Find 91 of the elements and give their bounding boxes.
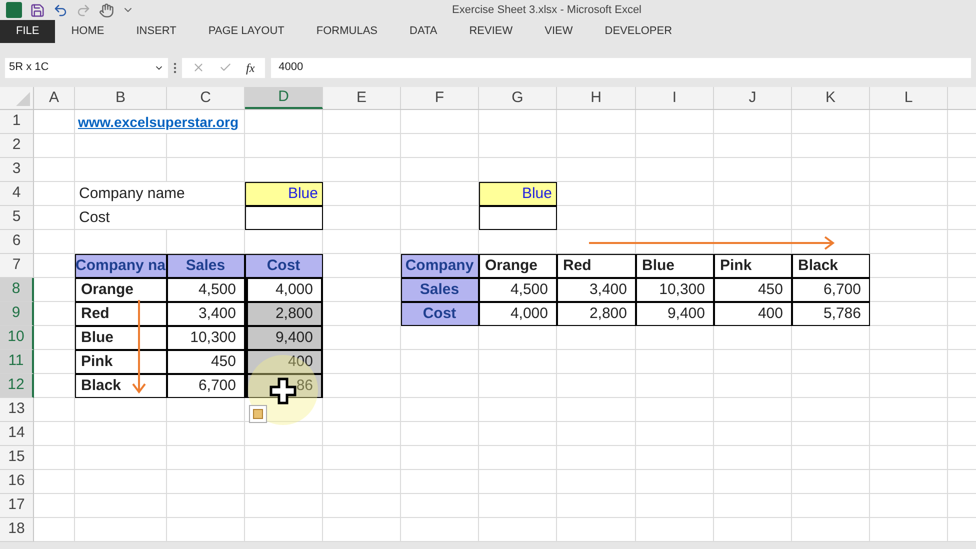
ribbon-tab[interactable]: DEVELOPER [588,20,688,43]
cancel-icon[interactable] [192,61,205,74]
cell[interactable]: 3,400 [557,278,636,302]
ribbon-tab[interactable]: REVIEW [453,20,529,43]
cell[interactable]: 450 [714,278,792,302]
cell[interactable]: 400 [714,302,792,326]
row-header[interactable]: 3 [0,158,34,182]
row-header[interactable]: 18 [0,518,34,542]
undo-icon[interactable] [53,2,68,18]
column-header[interactable]: A [34,87,75,109]
cell[interactable]: Blue [75,326,167,350]
cell[interactable]: 2,800 [245,302,323,326]
cell[interactable]: Pink [75,350,167,374]
column-header[interactable]: K [792,87,870,109]
cell[interactable]: 4,000 [479,302,557,326]
cell[interactable]: 6,700 [167,374,245,398]
cell[interactable]: 4,500 [167,278,245,302]
row-header[interactable]: 2 [0,134,34,158]
column-header[interactable]: L [870,87,948,109]
window-title: Exercise Sheet 3.xlsx - Microsoft Excel [452,2,642,18]
cell[interactable]: Cost [75,206,245,230]
cell[interactable]: Sales [167,254,245,278]
cell[interactable]: Orange [75,278,167,302]
cell[interactable]: Black [75,374,167,398]
row-header[interactable]: 11 [0,350,34,374]
ribbon-tab[interactable]: INSERT [120,20,192,43]
paste-options-icon[interactable] [249,405,267,423]
cell[interactable]: 5,786 [792,302,870,326]
spreadsheet-app-icon [6,2,22,18]
row-header[interactable]: 6 [0,230,34,254]
touch-mode-icon[interactable] [99,2,114,18]
cell[interactable]: 9,400 [636,302,714,326]
cell[interactable]: Orange [479,254,557,278]
cell[interactable]: Cost [245,254,323,278]
cell[interactable]: 10,300 [636,278,714,302]
cell[interactable]: 450 [167,350,245,374]
cell[interactable]: Black [792,254,870,278]
cell[interactable]: Red [557,254,636,278]
row-header[interactable]: 10 [0,326,34,350]
cell[interactable]: Pink [714,254,792,278]
cell[interactable]: Red [75,302,167,326]
column-header[interactable]: E [323,87,401,109]
ribbon-tab[interactable]: HOME [55,20,120,43]
cell[interactable]: 400 [245,350,323,374]
cell[interactable]: 2,800 [557,302,636,326]
ribbon-tab[interactable]: VIEW [528,20,589,43]
formula-field[interactable]: 4000 [270,58,971,78]
ribbon-tab[interactable]: FORMULAS [300,20,394,43]
cell[interactable]: Blue [245,182,323,206]
column-header[interactable]: B [75,87,167,109]
cell[interactable]: 9,400 [245,326,323,350]
row-header[interactable]: 9 [0,302,34,326]
row-header[interactable]: 13 [0,398,34,422]
cell[interactable]: Company [401,254,479,278]
column-header[interactable]: J [714,87,792,109]
column-header[interactable]: F [401,87,479,109]
column-header[interactable]: D [245,87,323,109]
row-header[interactable]: 12 [0,374,34,398]
row-header[interactable]: 14 [0,422,34,446]
ribbon-tab[interactable]: FILE [0,20,56,43]
ribbon-tab[interactable]: DATA [394,20,454,43]
cell[interactable]: www.excelsuperstar.org [75,110,245,134]
cell[interactable]: 10,300 [167,326,245,350]
row-header[interactable]: 15 [0,446,34,470]
row-header[interactable]: 16 [0,470,34,494]
cell[interactable] [245,206,323,230]
insert-function-button[interactable]: fx [246,58,255,76]
row-header[interactable]: 4 [0,182,34,206]
cell[interactable]: Cost [401,302,479,326]
column-header[interactable]: H [557,87,636,109]
cell[interactable]: Blue [479,182,557,206]
cell[interactable]: Blue [636,254,714,278]
row-header[interactable]: 1 [0,110,34,134]
redo-icon[interactable] [76,2,91,18]
column-header[interactable]: G [479,87,557,109]
column-header[interactable]: I [636,87,714,109]
row-header[interactable]: 8 [0,278,34,302]
cell[interactable]: Sales [401,278,479,302]
row-header[interactable]: 7 [0,254,34,278]
cell[interactable]: 4,500 [479,278,557,302]
cell[interactable]: 4,000 [245,278,323,302]
cell[interactable]: 6,700 [792,278,870,302]
save-icon[interactable] [30,2,45,18]
row-header[interactable]: 5 [0,206,34,230]
name-box[interactable]: 5R x 1C [5,58,168,78]
ribbon-tab[interactable]: PAGE LAYOUT [192,20,300,43]
name-box-value: 5R x 1C [9,60,49,76]
cell[interactable]: 3,400 [167,302,245,326]
cell[interactable] [479,206,557,230]
row-header[interactable]: 17 [0,494,34,518]
cell[interactable]: Company na [75,254,167,278]
